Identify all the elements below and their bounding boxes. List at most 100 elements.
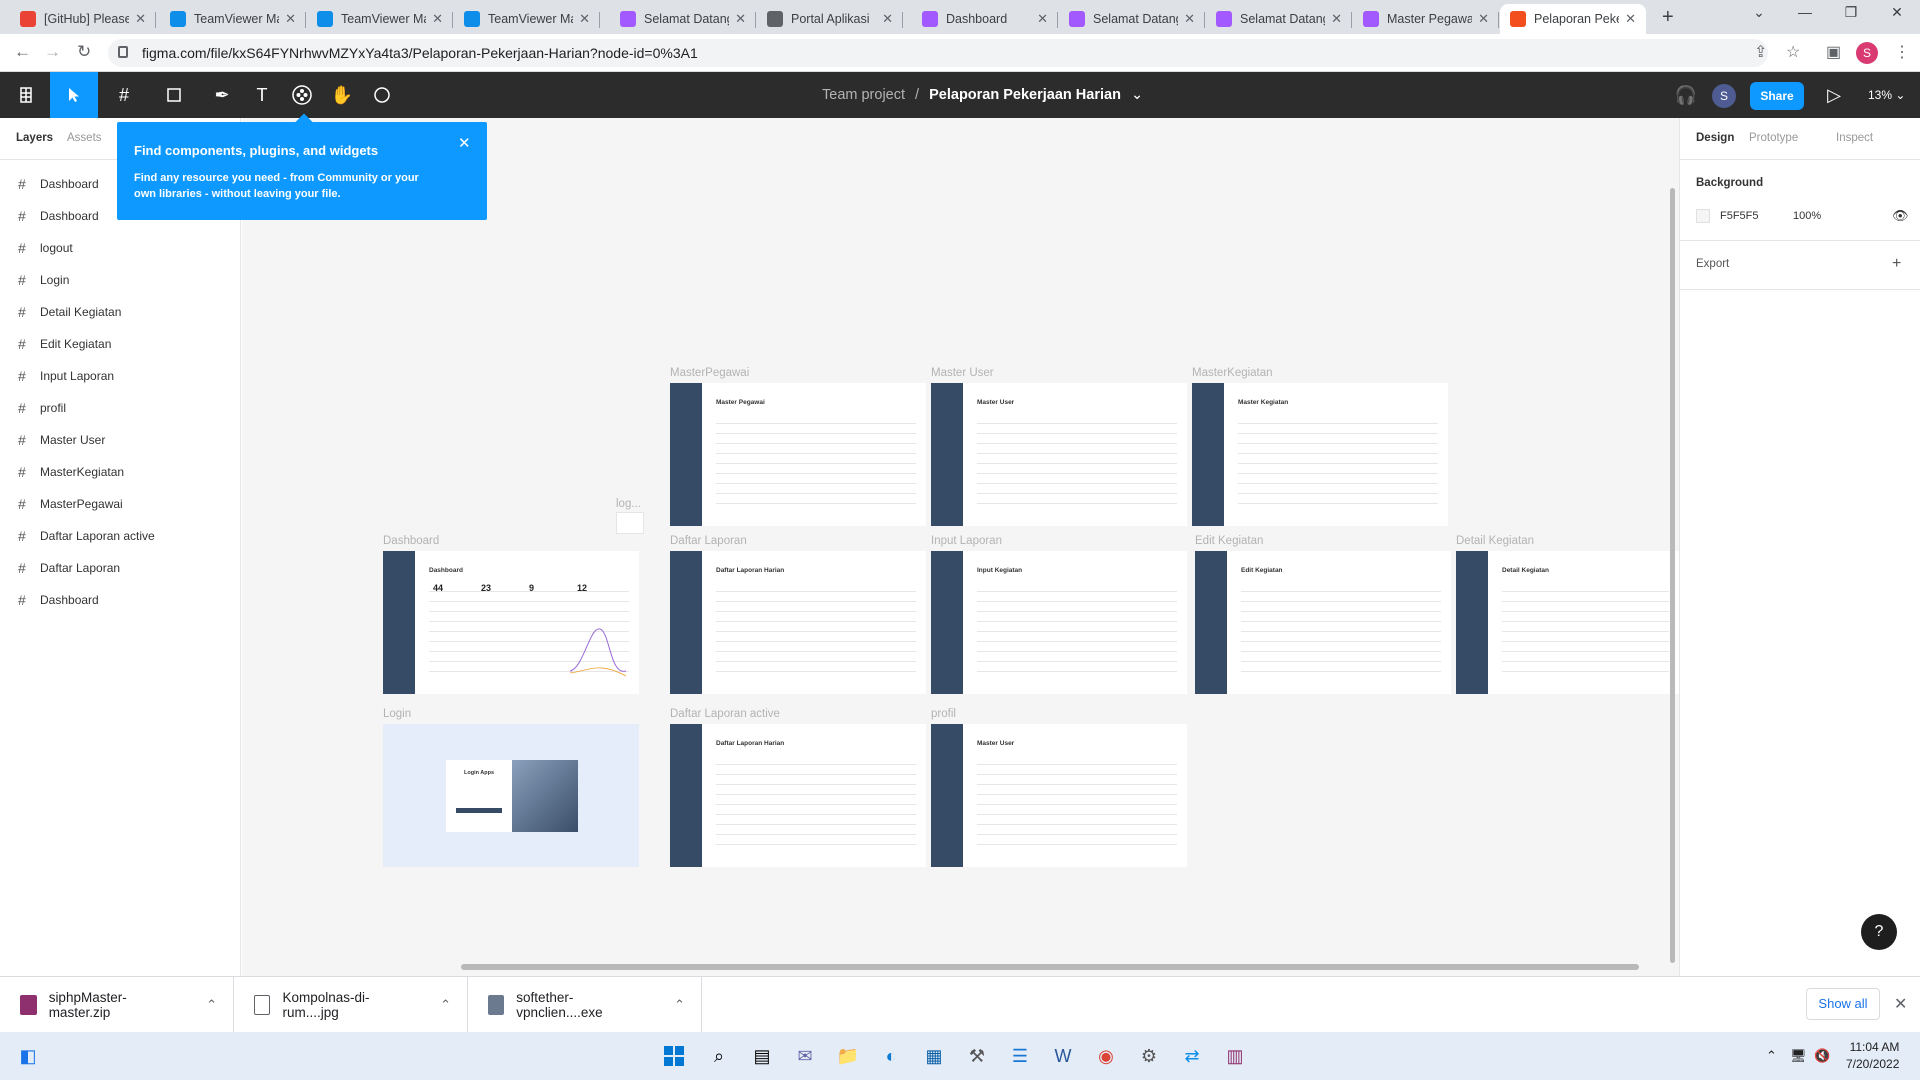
browser-tab[interactable]: TeamViewer Ma ✕ bbox=[160, 4, 306, 34]
comment-tool-icon[interactable] bbox=[362, 72, 402, 118]
teams-chat-icon[interactable]: ✉ bbox=[789, 1040, 821, 1072]
chevron-up-icon[interactable]: ⌃ bbox=[440, 997, 451, 1013]
close-tab-icon[interactable]: ✕ bbox=[882, 11, 893, 27]
bookmark-star-icon[interactable]: ☆ bbox=[1786, 42, 1800, 62]
clock[interactable]: 11:04 AM 7/20/2022 bbox=[1846, 1039, 1899, 1073]
audio-headphones-icon[interactable]: 🎧 bbox=[1666, 72, 1706, 118]
chevron-up-icon[interactable]: ⌃ bbox=[674, 997, 685, 1013]
browser-tab[interactable]: TeamViewer Ma ✕ bbox=[307, 4, 453, 34]
close-tab-icon[interactable]: ✕ bbox=[285, 11, 296, 27]
frame-label[interactable]: Input Laporan bbox=[931, 535, 1002, 547]
menu-kebab-icon[interactable]: ⋮ bbox=[1894, 42, 1910, 62]
forward-icon[interactable]: → bbox=[44, 42, 61, 62]
pen-tool-icon[interactable]: ✒ bbox=[202, 72, 242, 118]
frame-thumbnail[interactable]: Detail Kegiatan bbox=[1456, 551, 1679, 694]
close-tab-icon[interactable]: ✕ bbox=[735, 11, 746, 27]
layer-item[interactable]: # Detail Kegiatan bbox=[0, 296, 240, 328]
frame-label[interactable]: profil bbox=[931, 708, 956, 720]
dev-tool-icon[interactable]: ⚒ bbox=[961, 1040, 993, 1072]
frame-thumbnail[interactable]: Master Kegiatan bbox=[1192, 383, 1448, 526]
user-avatar[interactable]: S bbox=[1712, 84, 1736, 108]
layer-item[interactable]: # Login bbox=[0, 264, 240, 296]
tab-assets[interactable]: Assets bbox=[67, 132, 102, 144]
tab-layers[interactable]: Layers bbox=[16, 132, 53, 144]
layer-item[interactable]: # Dashboard bbox=[0, 584, 240, 616]
close-tab-icon[interactable]: ✕ bbox=[1331, 11, 1342, 27]
browser-tab[interactable]: Dashboard ✕ bbox=[912, 4, 1058, 34]
close-icon[interactable]: ✕ bbox=[1894, 994, 1907, 1014]
layer-item[interactable]: # Daftar Laporan active bbox=[0, 520, 240, 552]
help-button[interactable]: ? bbox=[1861, 914, 1897, 950]
tab-design[interactable]: Design bbox=[1696, 132, 1734, 144]
url-field[interactable]: figma.com/file/kxS64FYNrhwvMZYxYa4ta3/Pe… bbox=[108, 39, 1768, 67]
frame-thumbnail[interactable]: Master User bbox=[931, 724, 1187, 867]
tab-prototype[interactable]: Prototype bbox=[1749, 132, 1798, 144]
frame-label[interactable]: log... bbox=[616, 498, 641, 510]
chrome-icon[interactable]: ◉ bbox=[1090, 1040, 1122, 1072]
chevron-down-icon[interactable]: ⌄ bbox=[1131, 87, 1143, 103]
frame-label[interactable]: Daftar Laporan active bbox=[670, 708, 780, 720]
browser-tab[interactable]: Portal Aplikasi ✕ bbox=[757, 4, 903, 34]
close-tab-icon[interactable]: ✕ bbox=[432, 11, 443, 27]
layer-item[interactable]: # profil bbox=[0, 392, 240, 424]
resources-icon[interactable] bbox=[282, 72, 322, 118]
move-tool-icon[interactable] bbox=[50, 72, 98, 118]
eye-visibility-icon[interactable]: 👁 bbox=[1892, 208, 1909, 224]
background-opacity-field[interactable]: 100% bbox=[1793, 210, 1821, 222]
file-explorer-icon[interactable]: 📁 bbox=[832, 1040, 864, 1072]
frame-label[interactable]: MasterKegiatan bbox=[1192, 367, 1273, 379]
layer-item[interactable]: # MasterKegiatan bbox=[0, 456, 240, 488]
project-name[interactable]: Team project bbox=[822, 87, 905, 103]
tab-search-icon[interactable]: ⌄ bbox=[1736, 4, 1782, 21]
zoom-level[interactable]: 13% ⌄ bbox=[1868, 88, 1905, 102]
winrar-icon[interactable]: ▥ bbox=[1219, 1040, 1251, 1072]
share-page-icon[interactable]: ⇪ bbox=[1754, 42, 1767, 62]
frame-thumbnail[interactable]: Master Pegawai bbox=[670, 383, 926, 526]
layer-item[interactable]: # Daftar Laporan bbox=[0, 552, 240, 584]
close-tab-icon[interactable]: ✕ bbox=[1037, 11, 1048, 27]
add-export-icon[interactable]: + bbox=[1892, 255, 1901, 273]
layer-item[interactable]: # MasterPegawai bbox=[0, 488, 240, 520]
background-color-swatch[interactable] bbox=[1696, 209, 1710, 223]
layer-item[interactable]: # Master User bbox=[0, 424, 240, 456]
network-icon[interactable]: 🖥 bbox=[1790, 1048, 1807, 1064]
store-icon[interactable]: ▦ bbox=[918, 1040, 950, 1072]
share-button[interactable]: Share bbox=[1750, 82, 1804, 110]
download-item[interactable]: softether-vpnclien....exe ⌃ bbox=[468, 977, 702, 1033]
edge-icon[interactable]: ◐ bbox=[875, 1040, 907, 1072]
maximize-button[interactable]: ❐ bbox=[1828, 4, 1874, 21]
close-tab-icon[interactable]: ✕ bbox=[1184, 11, 1195, 27]
browser-tab[interactable]: TeamViewer Ma ✕ bbox=[454, 4, 600, 34]
notepad-icon[interactable]: ☰ bbox=[1004, 1040, 1036, 1072]
shape-tool-icon[interactable] bbox=[154, 72, 194, 118]
back-icon[interactable]: ← bbox=[14, 42, 31, 62]
frame-thumbnail[interactable]: Dashboard 44 23 9 12 bbox=[383, 551, 639, 694]
file-title[interactable]: Pelaporan Pekerjaan Harian bbox=[929, 87, 1121, 103]
hand-tool-icon[interactable]: ✋ bbox=[322, 72, 362, 118]
frame-tool-icon[interactable]: # bbox=[104, 72, 144, 118]
text-tool-icon[interactable]: T bbox=[242, 72, 282, 118]
layer-item[interactable]: # logout bbox=[0, 232, 240, 264]
canvas-vertical-scrollbar[interactable] bbox=[1670, 188, 1675, 963]
search-icon[interactable]: ⌕ bbox=[703, 1040, 735, 1072]
widgets-icon[interactable]: ◧ bbox=[12, 1040, 44, 1072]
frame-label[interactable]: Dashboard bbox=[383, 535, 439, 547]
download-item[interactable]: Kompolnas-di-rum....jpg ⌃ bbox=[234, 977, 468, 1033]
windows-start-icon[interactable] bbox=[658, 1040, 690, 1072]
frame-thumbnail[interactable]: Daftar Laporan Harian bbox=[670, 724, 926, 867]
close-tab-icon[interactable]: ✕ bbox=[579, 11, 590, 27]
close-window-button[interactable]: ✕ bbox=[1874, 4, 1920, 21]
word-icon[interactable]: W bbox=[1047, 1040, 1079, 1072]
chevron-up-icon[interactable]: ⌃ bbox=[1766, 1048, 1777, 1064]
new-tab-button[interactable]: + bbox=[1662, 6, 1674, 29]
present-play-icon[interactable]: ▷ bbox=[1814, 72, 1854, 118]
canvas[interactable]: MasterPegawai Master Pegawai Master User Ma… bbox=[242, 118, 1679, 976]
browser-tab[interactable]: Pelaporan Peker ✕ bbox=[1500, 4, 1646, 34]
frame-thumbnail[interactable]: Edit Kegiatan bbox=[1195, 551, 1451, 694]
task-view-icon[interactable]: ▤ bbox=[746, 1040, 778, 1072]
chevron-up-icon[interactable]: ⌃ bbox=[206, 997, 217, 1013]
side-panel-icon[interactable]: ▣ bbox=[1826, 42, 1841, 62]
teamviewer-icon[interactable]: ⇄ bbox=[1176, 1040, 1208, 1072]
file-breadcrumb[interactable]: Team project / Pelaporan Pekerjaan Haria… bbox=[822, 87, 1143, 103]
frame-label[interactable]: Edit Kegiatan bbox=[1195, 535, 1263, 547]
